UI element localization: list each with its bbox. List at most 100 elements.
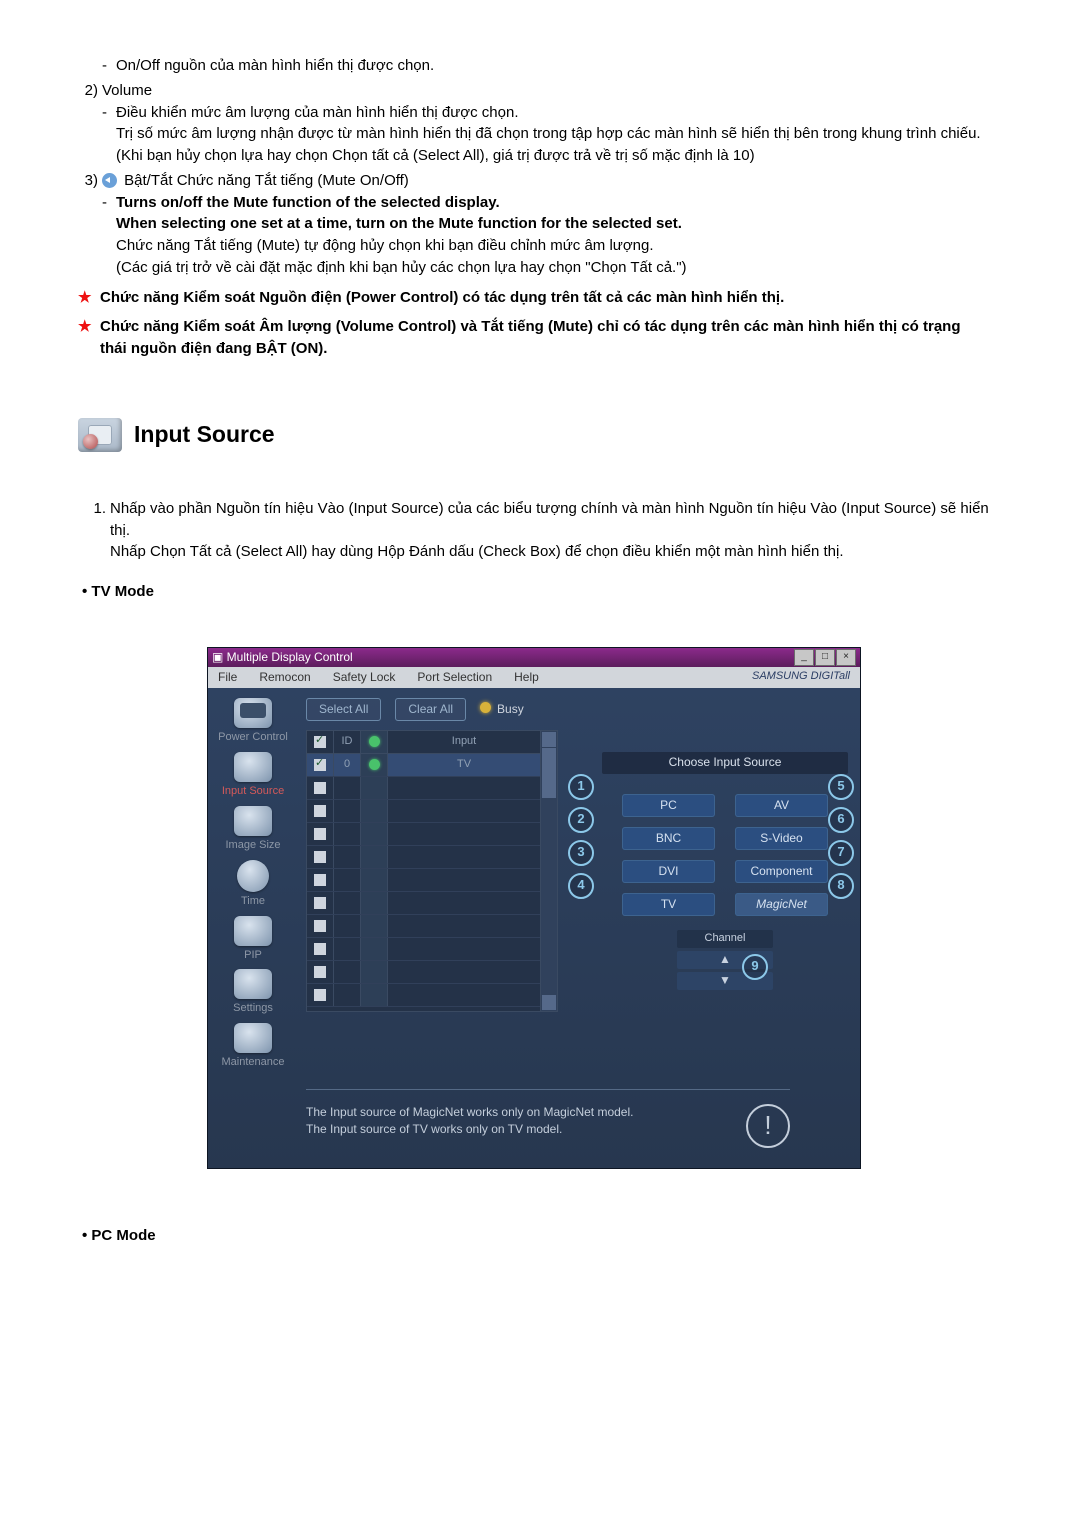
table-row[interactable]: 0 TV — [307, 754, 541, 777]
item2-sub1: Trị số mức âm lượng nhận được từ màn hìn… — [102, 123, 990, 145]
pc-mode-label: • PC Mode — [78, 1225, 990, 1247]
select-all-button[interactable]: Select All — [306, 698, 381, 721]
item3-dash2: When selecting one set at a time, turn o… — [102, 213, 990, 235]
source-component[interactable]: Component — [735, 860, 828, 883]
status-dot-icon — [369, 759, 380, 770]
li1-a: Nhấp vào phần Nguồn tín hiệu Vào (Input … — [110, 498, 990, 542]
row-checkbox[interactable] — [314, 920, 326, 932]
table-row[interactable] — [307, 800, 541, 823]
busy-indicator: Busy — [480, 701, 524, 718]
sidebar: Power Control Input Source Image Size Ti… — [210, 692, 296, 1164]
table-row[interactable] — [307, 869, 541, 892]
source-pc[interactable]: PC — [622, 794, 715, 817]
row-checkbox[interactable] — [314, 759, 326, 771]
scroll-up-button[interactable] — [542, 732, 556, 747]
col-status — [361, 731, 388, 753]
sidebar-item-image-size[interactable]: Image Size — [210, 806, 296, 854]
source-bnc[interactable]: BNC — [622, 827, 715, 850]
item2-dash: Điều khiển mức âm lượng của màn hình hiể… — [116, 102, 990, 124]
star-icon: ★ — [78, 287, 100, 309]
note-2: The Input source of TV works only on TV … — [306, 1121, 633, 1138]
li1-b: Nhấp Chọn Tất cả (Select All) hay dùng H… — [110, 541, 990, 563]
table-row[interactable] — [307, 823, 541, 846]
col-input: Input — [388, 731, 541, 753]
input-source-icon — [78, 418, 122, 452]
source-tv[interactable]: TV — [622, 893, 715, 916]
section-header: Input Source — [78, 418, 990, 452]
menu-port-selection[interactable]: Port Selection — [417, 669, 492, 686]
text-onoff: On/Off nguồn của màn hình hiển thị được … — [116, 55, 990, 77]
sidebar-item-time[interactable]: Time — [210, 860, 296, 910]
menu-remocon[interactable]: Remocon — [259, 669, 310, 686]
table-row[interactable] — [307, 777, 541, 800]
callout-2: 2 — [568, 807, 594, 833]
table-row[interactable] — [307, 984, 541, 1007]
menu-help[interactable]: Help — [514, 669, 539, 686]
col-id: ID — [334, 731, 361, 753]
item3-dash1: Turns on/off the Mute function of the se… — [116, 192, 990, 214]
row-checkbox[interactable] — [314, 897, 326, 909]
callout-8: 8 — [828, 873, 854, 899]
num-2: 2) — [78, 80, 102, 102]
list-item-2: 2) Volume -Điều khiển mức âm lượng của m… — [78, 80, 990, 167]
panel-header: Choose Input Source — [602, 752, 848, 774]
minimize-button[interactable]: _ — [794, 649, 814, 666]
row-checkbox[interactable] — [314, 874, 326, 886]
source-magicnet[interactable]: MagicNet — [735, 893, 828, 916]
channel-label: Channel — [677, 930, 773, 948]
star-note-2: ★ Chức năng Kiểm soát Âm lượng (Volume C… — [78, 316, 990, 360]
sidebar-item-input-source[interactable]: Input Source — [210, 752, 296, 800]
power-icon — [234, 698, 272, 728]
table-row[interactable] — [307, 961, 541, 984]
callout-3: 3 — [568, 840, 594, 866]
row-checkbox[interactable] — [314, 943, 326, 955]
footer-note: The Input source of MagicNet works only … — [306, 1089, 790, 1148]
menu-file[interactable]: File — [218, 669, 237, 686]
row-checkbox[interactable] — [314, 805, 326, 817]
table-row[interactable] — [307, 892, 541, 915]
clear-all-button[interactable]: Clear All — [395, 698, 466, 721]
sidebar-item-settings[interactable]: Settings — [210, 969, 296, 1017]
table-row[interactable] — [307, 938, 541, 961]
row-checkbox[interactable] — [314, 966, 326, 978]
maximize-button[interactable]: □ — [815, 649, 835, 666]
star-note-1: ★ Chức năng Kiểm soát Nguồn điện (Power … — [78, 287, 990, 309]
sidebar-item-power[interactable]: Power Control — [210, 698, 296, 746]
close-button[interactable]: × — [836, 649, 856, 666]
dash: - — [102, 55, 116, 77]
note-1: The Input source of MagicNet works only … — [306, 1104, 633, 1121]
item2-title: Volume — [102, 80, 990, 102]
source-dvi[interactable]: DVI — [622, 860, 715, 883]
tv-mode-label: • TV Mode — [78, 581, 990, 603]
dash: - — [102, 102, 116, 124]
num-3: 3) — [78, 170, 102, 192]
col-check[interactable] — [307, 731, 334, 753]
callout-5: 5 — [828, 774, 854, 800]
callout-4: 4 — [568, 873, 594, 899]
grid-scrollbar[interactable] — [540, 730, 558, 1012]
row-checkbox[interactable] — [314, 851, 326, 863]
section-li-1: 1. Nhấp vào phần Nguồn tín hiệu Vào (Inp… — [78, 498, 990, 563]
scroll-thumb[interactable] — [542, 748, 556, 798]
source-svideo[interactable]: S-Video — [735, 827, 828, 850]
callout-9: 9 — [742, 954, 768, 980]
brand-label: SAMSUNG DIGITall — [752, 669, 850, 685]
callout-1: 1 — [568, 774, 594, 800]
num-1: 1. — [78, 498, 110, 520]
scroll-down-button[interactable] — [542, 995, 556, 1010]
maintenance-icon — [234, 1023, 272, 1053]
callout-7: 7 — [828, 840, 854, 866]
row-checkbox[interactable] — [314, 828, 326, 840]
sidebar-item-maintenance[interactable]: Maintenance — [210, 1023, 296, 1071]
row-checkbox[interactable] — [314, 782, 326, 794]
table-row[interactable] — [307, 846, 541, 869]
item2-sub2: (Khi bạn hủy chọn lựa hay chọn Chọn tất … — [102, 145, 990, 167]
callout-6: 6 — [828, 807, 854, 833]
table-row[interactable] — [307, 915, 541, 938]
upper-continuation: -On/Off nguồn của màn hình hiển thị được… — [78, 55, 990, 77]
menu-safety-lock[interactable]: Safety Lock — [333, 669, 396, 686]
row-checkbox[interactable] — [314, 989, 326, 1001]
display-grid: ID Input 0 TV — [306, 730, 542, 1012]
source-av[interactable]: AV — [735, 794, 828, 817]
sidebar-item-pip[interactable]: PIP — [210, 916, 296, 964]
